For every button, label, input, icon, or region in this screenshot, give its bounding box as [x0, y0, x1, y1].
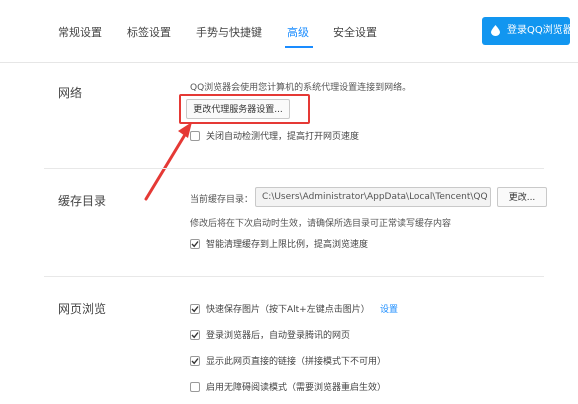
section-divider	[44, 276, 544, 277]
checkmark-icon	[191, 241, 199, 248]
browse-section-title: 网页浏览	[58, 302, 107, 316]
quick-save-image-label: 快速保存图片（按下Alt+左键点击图片）	[206, 305, 370, 315]
current-cache-dir-label: 当前缓存目录：	[190, 195, 254, 205]
section-divider	[44, 168, 544, 169]
auto-login-tencent-label: 登录浏览器后，自动登录腾讯的网页	[206, 331, 351, 341]
cache-path-input[interactable]: C:\Users\Administrator\AppData\Local\Ten…	[255, 187, 491, 207]
accessibility-reading-checkbox[interactable]	[190, 382, 200, 392]
auto-login-tencent-checkbox[interactable]	[190, 330, 200, 340]
checkmark-icon	[191, 358, 199, 365]
cache-section-title: 缓存目录	[58, 194, 107, 208]
accessibility-reading-label: 启用无障碍阅读模式（需要浏览器重启生效）	[206, 383, 387, 393]
smart-cache-clean-label: 智能清理缓存到上限比例，提高浏览速度	[206, 240, 369, 250]
cache-note: 修改后将在下次启动时生效，请确保所选目录可正常读写缓存内容	[190, 219, 452, 229]
settings-panel: 常规设置 标签设置 手势与快捷键 高级 安全设置 登录QQ浏览器 网络 QQ浏览…	[0, 0, 578, 404]
show-direct-link-label: 显示此网页直接的链接（拼接模式下不可用）	[206, 357, 387, 367]
smart-cache-clean-checkbox[interactable]	[190, 239, 200, 249]
checkmark-icon	[191, 306, 199, 313]
quick-save-image-settings-link[interactable]: 设置	[380, 302, 398, 315]
checkmark-icon	[191, 332, 199, 339]
change-cache-dir-button[interactable]: 更改...	[497, 187, 547, 207]
show-direct-link-checkbox[interactable]	[190, 356, 200, 366]
quick-save-image-checkbox[interactable]	[190, 304, 200, 314]
